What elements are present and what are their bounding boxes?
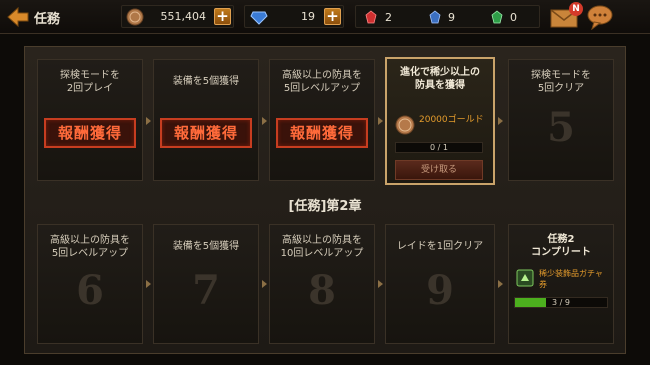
chapter-title: [任務]第2章 [288, 199, 362, 214]
mission-number: 9 [426, 267, 454, 314]
mission-title: 装備を5個獲得 [172, 76, 240, 87]
reward-row: 20000ゴールド [395, 115, 485, 139]
chevron-right-icon [262, 117, 267, 125]
mission-card-3[interactable]: 高級以上の防具を 5回レベルアップ 報酬獲得 [269, 59, 375, 181]
chevron-right-icon [498, 280, 503, 288]
reward-claimed-stamp: 報酬獲得 [276, 118, 368, 148]
back-arrow-icon [7, 6, 29, 28]
mission-number: 8 [308, 267, 336, 314]
chevron-right-icon [378, 280, 383, 288]
mission-title: 高級以上の防具を 5回レベルアップ [282, 70, 362, 94]
coin-counter: 551,404 + [121, 5, 234, 28]
chat-bubble-icon [587, 5, 613, 31]
reward-claimed-stamp: 報酬獲得 [44, 118, 136, 148]
chevron-right-icon [146, 117, 151, 125]
red-crystal-amount: 2 [385, 11, 392, 24]
mission-title: 装備を5個獲得 [172, 241, 240, 252]
mission-card-6[interactable]: 高級以上の防具を 5回レベルアップ 6 [37, 224, 143, 344]
chevron-right-icon [262, 280, 267, 288]
mission-card-4-active[interactable]: 進化で稀少以上の 防具を獲得 20000ゴールド 0 / 1 受け取る [385, 57, 495, 185]
gem-counter: 19 + [244, 5, 344, 28]
mission-title: レイドを1回クリア [396, 241, 484, 252]
mission-card-5[interactable]: 探検モードを 5回クリア 5 [508, 59, 614, 181]
blue-crystal-amount: 9 [448, 11, 455, 24]
chevron-right-icon [378, 117, 383, 125]
mission-title: 高級以上の防具を 5回レベルアップ [50, 235, 130, 259]
page-title: 任務 [34, 12, 61, 27]
mission-card-2[interactable]: 装備を5個獲得 報酬獲得 [153, 59, 259, 181]
top-bar: 任務 551,404 + 19 + 2 9 0 N [0, 0, 650, 34]
mail-new-badge: N [569, 2, 583, 16]
item-counters: 2 9 0 [355, 5, 540, 28]
back-button[interactable] [6, 5, 30, 29]
chevron-right-icon [498, 117, 503, 125]
mission-number: 5 [547, 104, 575, 151]
gem-amount: 19 [301, 10, 315, 23]
mission-title: 高級以上の防具を 10回レベルアップ [280, 235, 364, 259]
add-gems-button[interactable]: + [324, 8, 341, 25]
mission-card-8[interactable]: 高級以上の防具を 10回レベルアップ 8 [269, 224, 375, 344]
completion-title: 任務2 コンプリート [531, 234, 591, 258]
chat-button[interactable] [586, 4, 614, 31]
mission-card-1[interactable]: 探検モードを 2回プレイ 報酬獲得 [37, 59, 143, 181]
blue-gem-icon [250, 11, 268, 25]
mission-progress-bar: 0 / 1 [395, 142, 483, 153]
gacha-ticket-icon [516, 269, 534, 287]
mission-card-9[interactable]: レイドを1回クリア 9 [385, 224, 495, 344]
progress-text: 0 / 1 [430, 143, 448, 152]
mission-number: 6 [76, 267, 104, 314]
reward-claimed-stamp: 報酬獲得 [160, 118, 252, 148]
green-crystal-icon [491, 10, 503, 24]
mission-title: 探検モードを 2回プレイ [60, 70, 120, 94]
coin-amount: 551,404 [160, 10, 207, 23]
completion-progress-bar: 3 / 9 [514, 297, 608, 308]
add-coins-button[interactable]: + [214, 8, 231, 25]
mission-title: 進化で稀少以上の 防具を獲得 [400, 67, 480, 91]
gold-coin-icon [395, 115, 415, 135]
reward-gold-label: 20000ゴールド [419, 115, 484, 125]
chevron-right-icon [146, 280, 151, 288]
green-crystal-amount: 0 [510, 11, 517, 24]
progress-text: 3 / 9 [552, 298, 570, 307]
mission-number: 7 [192, 267, 220, 314]
receive-button[interactable]: 受け取る [395, 160, 483, 180]
mission-card-7[interactable]: 装備を5個獲得 7 [153, 224, 259, 344]
coin-icon [126, 8, 144, 26]
red-crystal-icon [365, 10, 377, 24]
blue-crystal-icon [429, 10, 441, 24]
completion-reward-label: 稀少装飾品ガチャ券 [539, 269, 603, 289]
mission-panel: 探検モードを 2回プレイ 報酬獲得 装備を5個獲得 報酬獲得 高級以上の防具を … [24, 46, 626, 354]
chapter-completion-card[interactable]: 任務2 コンプリート 稀少装飾品ガチャ券 3 / 9 [508, 224, 614, 344]
mission-title: 探検モードを 5回クリア [531, 70, 591, 94]
